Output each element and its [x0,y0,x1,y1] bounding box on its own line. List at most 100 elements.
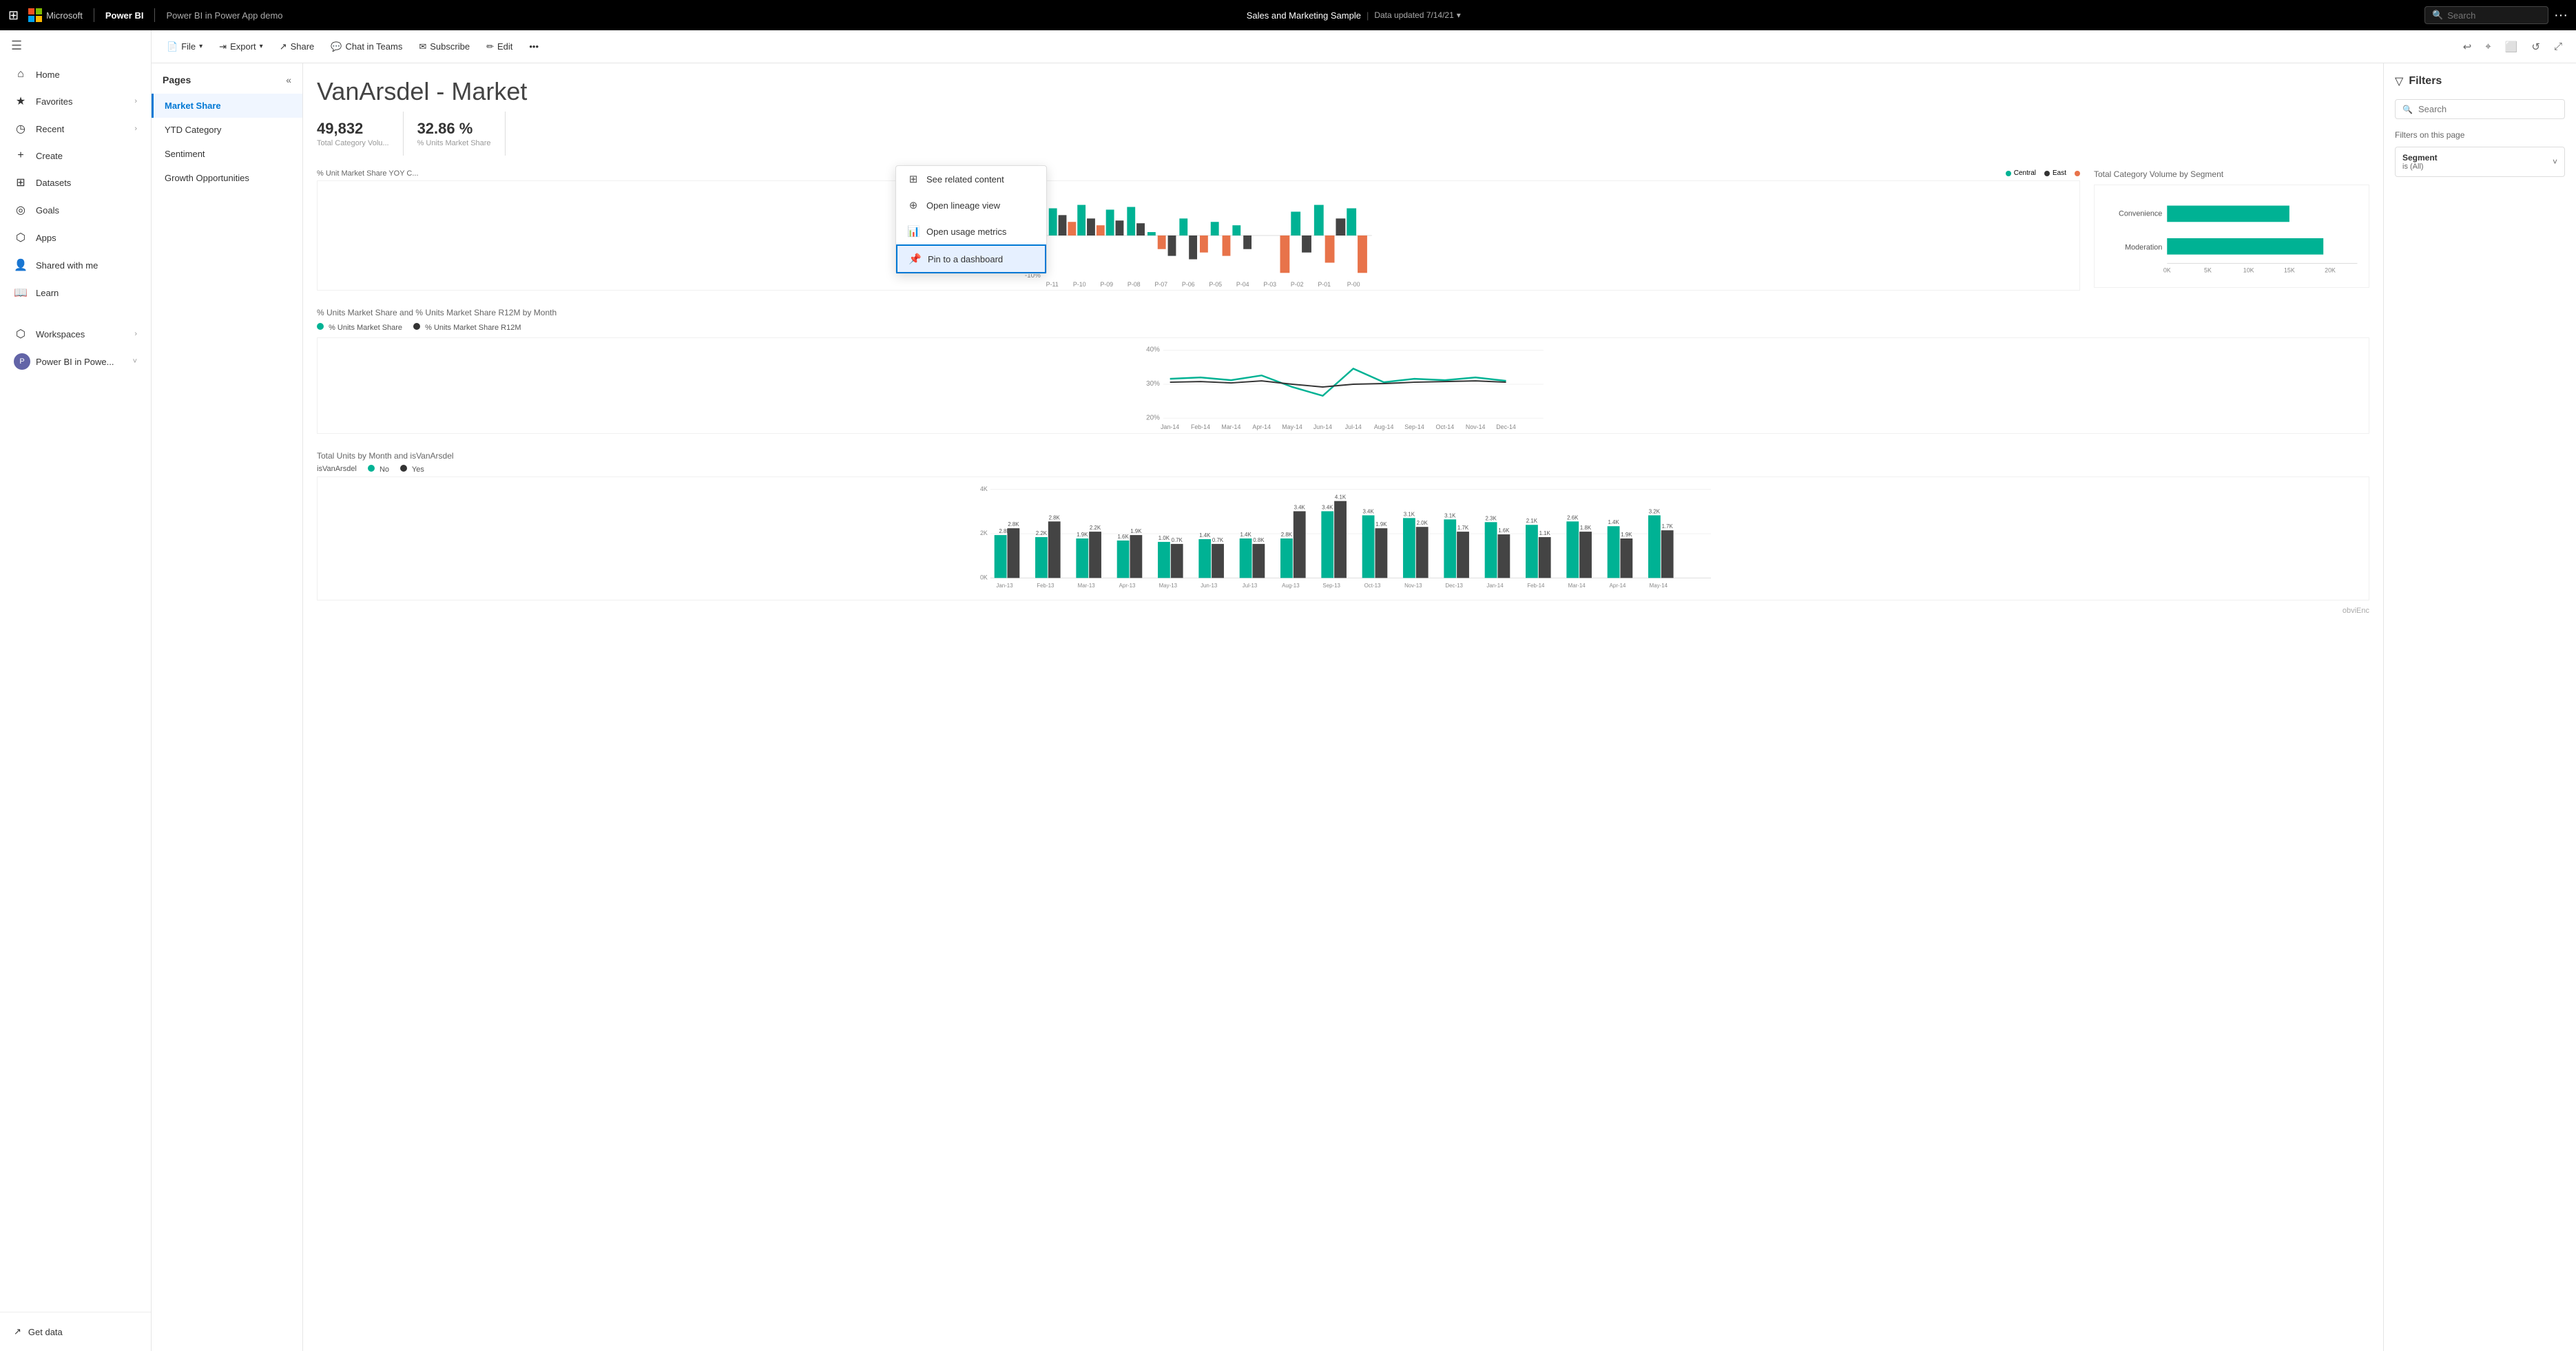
toolbar-right: ↩ ⌖ ⬜ ↺ ⤢ [2458,36,2568,57]
svg-text:1.9K: 1.9K [1375,521,1387,527]
subscribe-icon: ✉ [419,41,426,52]
sidebar-item-workspaces[interactable]: ⬡ Workspaces › [0,320,151,348]
filters-search-input[interactable] [2418,104,2557,114]
svg-text:1.9K: 1.9K [1130,528,1142,534]
chevron-down-icon2: ˅ [133,357,137,366]
sidebar-item-apps-label: Apps [36,233,56,243]
svg-text:2K: 2K [980,530,988,536]
sidebar-item-home[interactable]: ⌂ Home [0,61,151,87]
pages-collapse-button[interactable]: « [286,74,291,85]
chat-teams-button[interactable]: 💬 Chat in Teams [324,37,409,56]
no-dot [368,465,375,472]
fullscreen-button[interactable]: ⤢ [2548,36,2568,56]
svg-text:Sep-13: Sep-13 [1322,583,1340,589]
filter-segment[interactable]: Segment is (All) ˅ [2395,147,2565,177]
stat-market-share-label: % Units Market Share [417,139,491,147]
file-icon: 📄 [167,41,178,52]
filters-search-box[interactable]: 🔍 [2395,99,2565,119]
svg-text:P-07: P-07 [1154,281,1167,288]
svg-text:3.2K: 3.2K [1649,508,1661,514]
product-label: Power BI [105,10,144,21]
view-button[interactable]: ⬜ [2500,36,2524,57]
svg-text:Convenience: Convenience [2119,209,2162,218]
filters-panel: ▽ Filters 🔍 Filters on this page Segment… [2383,63,2576,1351]
yoy-bar-chart: 10% 0% -10% [317,180,2080,291]
file-button[interactable]: 📄 File ▾ [160,37,209,56]
units-chart-card: Total Units by Month and isVanArsdel isV… [317,451,2369,615]
svg-text:Sep-14: Sep-14 [1404,423,1424,430]
page-item-sentiment[interactable]: Sentiment [152,142,302,166]
undo-button[interactable]: ↩ [2458,36,2478,57]
chevron-down-icon[interactable]: ▾ [1457,10,1461,20]
svg-text:30%: 30% [1146,380,1160,388]
sidebar-item-recent-label: Recent [36,124,64,134]
svg-text:P-02: P-02 [1291,281,1304,288]
sidebar-item-learn-label: Learn [36,288,59,298]
share-button[interactable]: ↗ Share [273,37,322,56]
sidebar-item-datasets[interactable]: ⊞ Datasets [0,169,151,196]
yoy-chart-header: % Unit Market Share YOY C... Central Eas… [317,169,2080,178]
refresh-button[interactable]: ↺ [2526,36,2546,57]
brand-label: Microsoft [46,10,83,21]
svg-text:0.7K: 0.7K [1172,537,1183,543]
sidebar-item-goals[interactable]: ◎ Goals [0,196,151,224]
svg-text:10K: 10K [2243,266,2254,273]
page-item-growth-opps[interactable]: Growth Opportunities [152,166,302,190]
app-name-label: Power BI in Power App demo [166,10,282,21]
sidebar-item-recent[interactable]: ◷ Recent › [0,115,151,143]
sidebar-item-datasets-label: Datasets [36,178,71,188]
more-button[interactable]: ••• [522,37,546,56]
svg-text:3.4K: 3.4K [1362,508,1374,514]
charts-row-1: % Unit Market Share YOY C... Central Eas… [317,169,2369,294]
watermark: obviEnc [317,607,2369,615]
search-input[interactable] [2447,10,2541,21]
edit-button[interactable]: ✏ Edit [479,37,519,56]
context-see-related[interactable]: ⊞ See related content [896,166,1046,192]
sidebar-item-shared[interactable]: 👤 Shared with me [0,251,151,279]
units-chart-title: Total Units by Month and isVanArsdel [317,451,2369,461]
sidebar-item-favorites[interactable]: ★ Favorites › [0,87,151,115]
subscribe-button[interactable]: ✉ Subscribe [412,37,477,56]
sidebar-nav: ⌂ Home ★ Favorites › ◷ Recent › + Create… [0,61,151,1312]
export-icon: ⇥ [219,41,227,52]
stat-total-volume-label: Total Category Volu... [317,139,389,147]
page-item-ytd-category[interactable]: YTD Category [152,118,302,142]
sidebar-item-apps[interactable]: ⬡ Apps [0,224,151,251]
bookmark-button[interactable]: ⌖ [2480,36,2496,56]
svg-text:1.7K: 1.7K [1662,523,1674,530]
waffle-icon[interactable]: ⊞ [8,8,19,23]
svg-text:May-14: May-14 [1650,583,1668,589]
category-chart-card: Total Category Volume by Segment Conveni… [2094,169,2369,294]
topbar-more-icon[interactable]: ··· [2554,8,2568,23]
svg-text:2.6K: 2.6K [1567,514,1579,521]
svg-text:Jan-14: Jan-14 [1161,423,1179,430]
svg-text:1.4K: 1.4K [1199,532,1211,538]
datasets-icon: ⊞ [14,176,28,189]
toolbar: 📄 File ▾ ⇥ Export ▾ ↗ Share 💬 Chat in Te… [152,30,2576,63]
report-canvas: VanArsdel - Market 49,832 Total Category… [303,63,2383,1351]
usage-icon: 📊 [907,225,920,238]
region-east: East [2044,169,2066,177]
pages-header: Pages « [152,69,302,94]
region-legend: Central East [2006,169,2080,177]
export-button[interactable]: ⇥ Export ▾ [212,37,270,56]
context-pin-dashboard[interactable]: 📌 Pin to a dashboard [896,244,1046,273]
sidebar-item-learn[interactable]: 📖 Learn [0,279,151,306]
favorites-icon: ★ [14,94,28,108]
page-item-market-share[interactable]: Market Share [152,94,302,118]
svg-text:Oct-14: Oct-14 [1436,423,1455,430]
svg-text:2.8K: 2.8K [1281,532,1293,538]
get-data-button[interactable]: ↗ Get data [14,1321,137,1343]
sidebar-item-create[interactable]: + Create [0,143,151,169]
svg-text:P-01: P-01 [1318,281,1331,288]
lineage-icon: ⊕ [907,199,920,211]
svg-text:1.1K: 1.1K [1539,530,1551,536]
search-box[interactable]: 🔍 [2424,6,2548,24]
report-name-label: Sales and Marketing Sample [1247,10,1361,21]
svg-text:Feb-14: Feb-14 [1191,423,1210,430]
context-open-usage[interactable]: 📊 Open usage metrics [896,218,1046,244]
context-open-lineage[interactable]: ⊕ Open lineage view [896,192,1046,218]
sidebar-workspace-item[interactable]: P Power BI in Powe... ˅ [0,348,151,375]
sidebar-toggle[interactable]: ☰ [0,30,151,61]
svg-text:P-09: P-09 [1100,281,1113,288]
